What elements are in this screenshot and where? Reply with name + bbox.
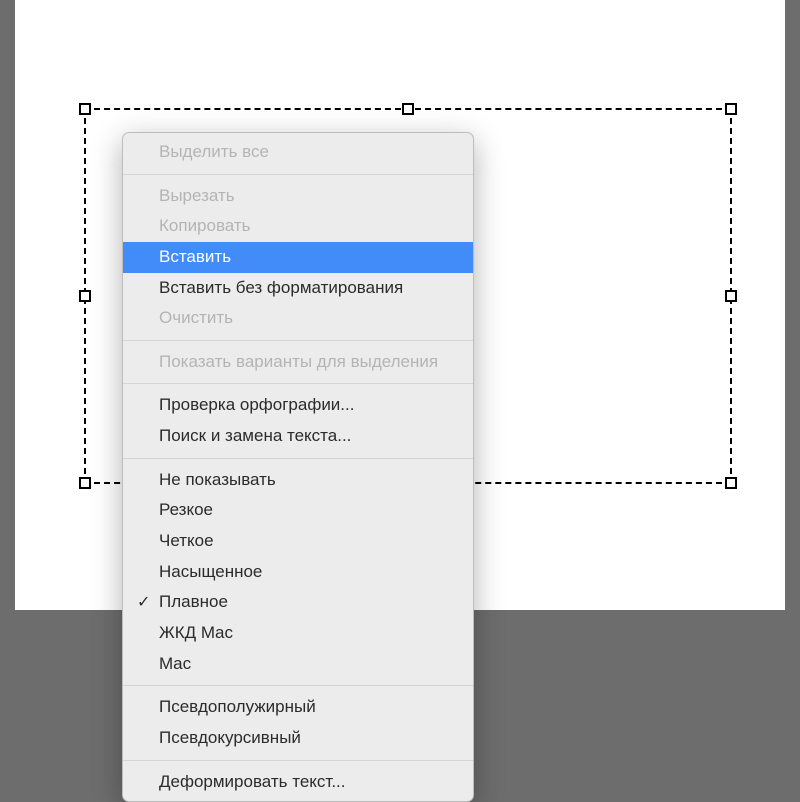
- menu-item-label: Вставить без форматирования: [159, 276, 403, 301]
- menu-item[interactable]: Не показывать: [123, 465, 473, 496]
- menu-item-label: ЖКД Mac: [159, 621, 233, 646]
- context-menu: Выделить все Вырезать Копировать Вставить Вс…: [122, 132, 474, 802]
- menu-item[interactable]: ✓ Плавное: [123, 587, 473, 618]
- menu-item-label: Деформировать текст...: [159, 770, 346, 795]
- menu-item-label: Поиск и замена текста...: [159, 424, 351, 449]
- menu-item[interactable]: Mac: [123, 649, 473, 680]
- menu-item[interactable]: Вставить без форматирования: [123, 273, 473, 304]
- menu-item-label: Вырезать: [159, 184, 235, 209]
- menu-item[interactable]: Вставить: [123, 242, 473, 273]
- menu-item: Выделить все: [123, 137, 473, 168]
- menu-item-label: Плавное: [159, 590, 228, 615]
- menu-item-label: Проверка орфографии...: [159, 393, 354, 418]
- menu-item: Вырезать: [123, 181, 473, 212]
- menu-item[interactable]: Псевдокурсивный: [123, 723, 473, 754]
- menu-item-label: Выделить все: [159, 140, 269, 165]
- menu-item-label: Показать варианты для выделения: [159, 350, 438, 375]
- menu-item: Показать варианты для выделения: [123, 347, 473, 378]
- menu-item: Очистить: [123, 303, 473, 334]
- menu-item[interactable]: Четкое: [123, 526, 473, 557]
- menu-separator: [123, 174, 473, 175]
- menu-item[interactable]: Поиск и замена текста...: [123, 421, 473, 452]
- menu-item-label: Не показывать: [159, 468, 276, 493]
- menu-item[interactable]: ЖКД Mac: [123, 618, 473, 649]
- menu-item-label: Насыщенное: [159, 560, 262, 585]
- menu-item[interactable]: Псевдополужирный: [123, 692, 473, 723]
- menu-item-label: Четкое: [159, 529, 214, 554]
- menu-item-label: Вставить: [159, 245, 231, 270]
- menu-separator: [123, 340, 473, 341]
- checkmark-icon: ✓: [137, 591, 150, 614]
- menu-separator: [123, 458, 473, 459]
- menu-item-label: Копировать: [159, 214, 251, 239]
- menu-separator: [123, 383, 473, 384]
- menu-item[interactable]: Резкое: [123, 495, 473, 526]
- menu-item-label: Резкое: [159, 498, 213, 523]
- menu-item[interactable]: Насыщенное: [123, 557, 473, 588]
- menu-item-label: Mac: [159, 652, 191, 677]
- menu-item[interactable]: Проверка орфографии...: [123, 390, 473, 421]
- menu-separator: [123, 760, 473, 761]
- menu-item-label: Псевдокурсивный: [159, 726, 301, 751]
- menu-separator: [123, 685, 473, 686]
- menu-item[interactable]: Деформировать текст...: [123, 767, 473, 798]
- menu-item: Копировать: [123, 211, 473, 242]
- menu-item-label: Очистить: [159, 306, 233, 331]
- menu-item-label: Псевдополужирный: [159, 695, 316, 720]
